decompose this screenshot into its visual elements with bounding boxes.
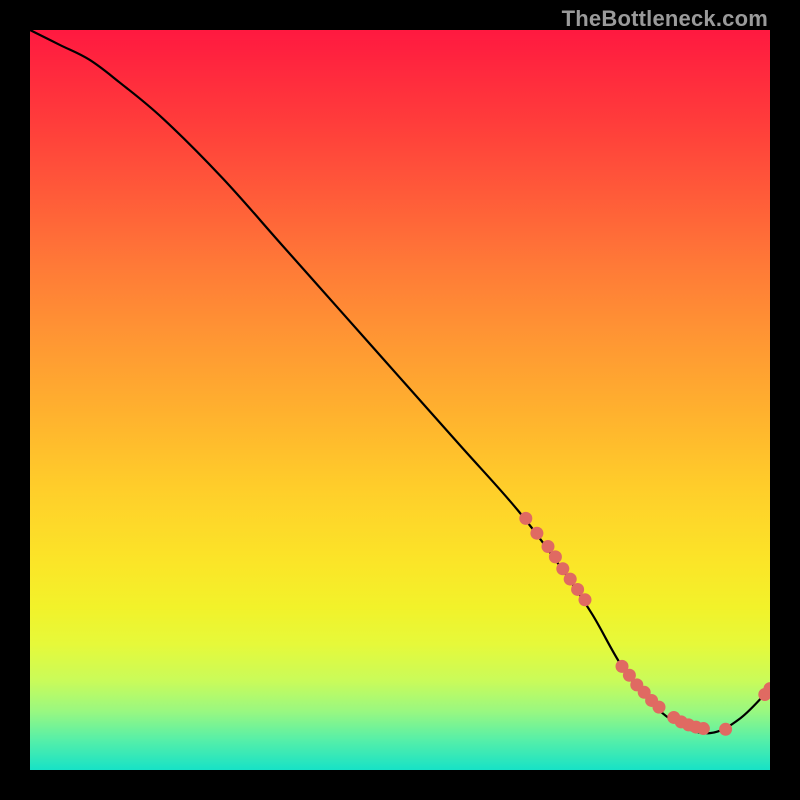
data-point-marker [519,512,532,525]
data-point-markers [519,512,770,736]
chart-overlay-svg [30,30,770,770]
data-point-marker [530,527,543,540]
data-point-marker [697,722,710,735]
watermark-text: TheBottleneck.com [562,6,768,32]
chart-stage: TheBottleneck.com [0,0,800,800]
bottleneck-curve-line [30,30,770,733]
data-point-marker [549,550,562,563]
chart-plot-area [30,30,770,770]
data-point-marker [579,593,592,606]
data-point-marker [653,701,666,714]
data-point-marker [719,723,732,736]
